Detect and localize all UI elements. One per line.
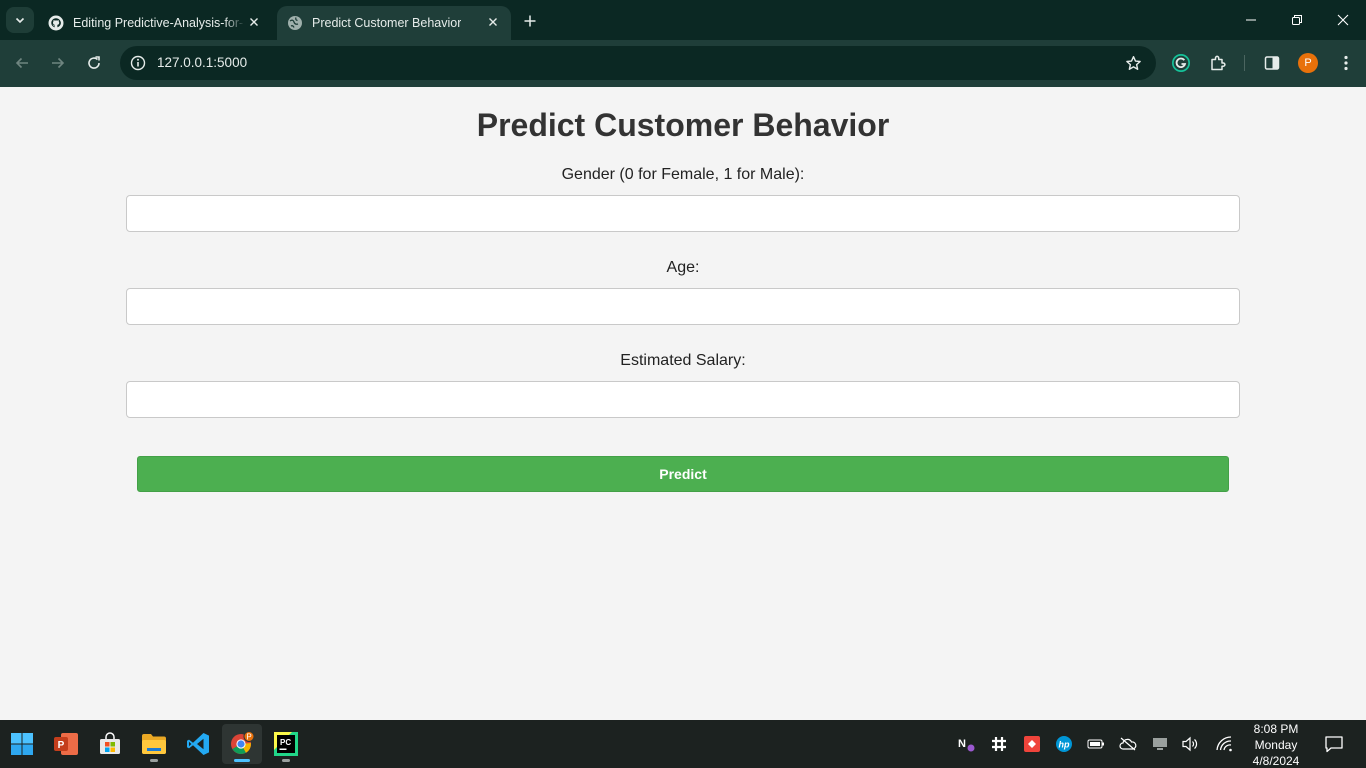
onedrive-offline-icon[interactable]: [1118, 734, 1138, 754]
taskbar-powerpoint[interactable]: P: [46, 724, 86, 764]
tab-predict-customer-behavior[interactable]: Predict Customer Behavior: [277, 6, 511, 40]
plus-icon: [524, 15, 536, 27]
estimated-salary-input[interactable]: [126, 381, 1240, 418]
arrow-left-icon: [15, 57, 28, 69]
back-button[interactable]: [10, 51, 34, 75]
taskbar-vscode[interactable]: [178, 724, 218, 764]
svg-text:hp: hp: [1059, 740, 1070, 750]
browser-toolbar: 127.0.0.1:5000 P: [0, 40, 1366, 87]
running-indicator: [282, 759, 290, 762]
profile-avatar[interactable]: P: [1298, 53, 1318, 73]
minimize-button[interactable]: [1228, 0, 1274, 40]
display-tray-icon[interactable]: [1150, 734, 1170, 754]
arrow-right-icon: [52, 57, 65, 69]
tab-title: Editing Predictive-Analysis-for-: [73, 16, 244, 30]
vscode-icon: [187, 733, 209, 755]
pycharm-icon: PC: [274, 732, 298, 756]
reload-icon: [88, 56, 100, 69]
tab-search-button[interactable]: [6, 7, 34, 33]
minimize-icon: [1246, 19, 1256, 21]
browser-tab-bar: Editing Predictive-Analysis-for- Predict…: [0, 0, 1366, 40]
grammarly-extension-icon[interactable]: [1170, 52, 1192, 74]
running-indicator: [150, 759, 158, 762]
side-panel-icon[interactable]: [1261, 52, 1283, 74]
start-button[interactable]: [2, 724, 42, 764]
close-window-button[interactable]: [1320, 0, 1366, 40]
wifi-tray-icon[interactable]: [1214, 734, 1234, 754]
toolbar-separator: [1244, 55, 1245, 71]
tab-github-editing[interactable]: Editing Predictive-Analysis-for-: [40, 6, 272, 40]
onenote-tray-icon[interactable]: N: [957, 734, 977, 754]
extensions-puzzle-icon[interactable]: [1207, 52, 1229, 74]
notification-center-icon[interactable]: [1322, 732, 1346, 756]
predict-button[interactable]: Predict: [137, 456, 1229, 492]
svg-text:N: N: [958, 738, 966, 750]
chrome-icon: P: [231, 731, 255, 755]
gender-label: Gender (0 for Female, 1 for Male):: [561, 166, 805, 183]
slack-tray-icon[interactable]: [989, 734, 1009, 754]
svg-text:P: P: [58, 740, 65, 751]
age-label: Age:: [666, 259, 700, 276]
gender-input[interactable]: [126, 195, 1240, 232]
powerpoint-icon: P: [54, 733, 78, 755]
url-text[interactable]: 127.0.0.1:5000: [157, 55, 247, 70]
file-explorer-icon: [142, 734, 166, 754]
microsoft-store-icon: [100, 732, 120, 754]
svg-text:PC: PC: [280, 738, 291, 747]
clock-day: Monday: [1254, 738, 1298, 752]
taskbar-file-explorer[interactable]: [134, 724, 174, 764]
taskbar: P P PC N hp 8:08 PM Monday 4/8/2024: [0, 720, 1366, 768]
forward-button[interactable]: [46, 51, 70, 75]
page-content: Predict Customer Behavior Gender (0 for …: [0, 87, 1366, 720]
taskbar-pycharm[interactable]: PC: [266, 724, 306, 764]
anydesk-tray-icon[interactable]: [1022, 734, 1042, 754]
close-tab-icon[interactable]: [485, 14, 501, 30]
estimated-salary-label: Estimated Salary:: [620, 352, 746, 369]
tab-title: Predict Customer Behavior: [312, 16, 462, 30]
close-icon: [1337, 14, 1349, 26]
github-icon: [48, 15, 64, 31]
reload-button[interactable]: [82, 51, 106, 75]
battery-tray-icon[interactable]: [1086, 734, 1106, 754]
address-bar[interactable]: 127.0.0.1:5000: [120, 46, 1156, 80]
svg-text:P: P: [246, 733, 251, 742]
chrome-menu-icon[interactable]: [1335, 52, 1357, 74]
taskbar-chrome[interactable]: P: [222, 724, 262, 764]
site-info-icon[interactable]: [129, 54, 147, 72]
clock-date: 4/8/2024: [1252, 754, 1300, 768]
clock-time: 8:08 PM: [1253, 722, 1299, 736]
start-icon: [11, 733, 33, 755]
globe-icon: [287, 15, 303, 31]
hp-tray-icon[interactable]: hp: [1054, 734, 1074, 754]
system-clock[interactable]: 8:08 PM Monday 4/8/2024: [1240, 721, 1312, 768]
age-input[interactable]: [126, 288, 1240, 325]
chevron-down-icon: [15, 17, 25, 24]
taskbar-microsoft-store[interactable]: [90, 724, 130, 764]
bookmark-star-icon[interactable]: [1124, 54, 1142, 72]
page-title: Predict Customer Behavior: [476, 107, 890, 143]
restore-button[interactable]: [1274, 0, 1320, 40]
close-tab-icon[interactable]: [246, 14, 262, 30]
restore-icon: [1292, 15, 1302, 25]
volume-tray-icon[interactable]: [1180, 734, 1200, 754]
running-indicator: [234, 759, 250, 762]
new-tab-button[interactable]: [519, 10, 541, 32]
